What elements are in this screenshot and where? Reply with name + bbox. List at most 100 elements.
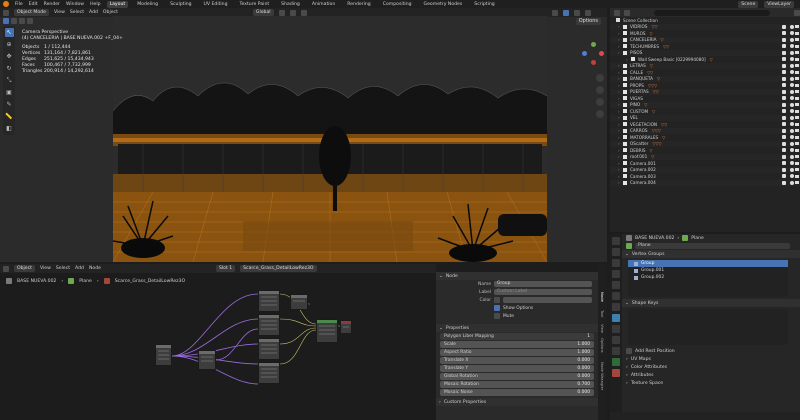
tab-texture-paint[interactable]: Texture Paint: [237, 1, 273, 8]
axis-z-icon[interactable]: [582, 51, 587, 56]
outliner-item[interactable]: › Camera.004: [610, 179, 800, 186]
exclude-checkbox[interactable]: [782, 50, 786, 55]
exclude-checkbox[interactable]: [782, 70, 786, 75]
render-camera-icon[interactable]: [795, 116, 799, 120]
tab-shading[interactable]: Shading: [278, 1, 303, 8]
node-image-texture[interactable]: [258, 338, 280, 360]
tab-node-wrangler[interactable]: Node Wrangler: [600, 362, 605, 390]
node-image-texture[interactable]: [258, 290, 280, 312]
exclude-checkbox[interactable]: [782, 57, 786, 62]
node-image-texture[interactable]: [258, 314, 280, 336]
view-layer-selector[interactable]: ViewLayer: [764, 0, 794, 8]
exclude-checkbox[interactable]: [782, 31, 786, 36]
axis-neg-x-icon[interactable]: [591, 60, 596, 65]
transform-orientation[interactable]: Global: [252, 9, 274, 16]
exclude-checkbox[interactable]: [782, 83, 786, 88]
list-item[interactable]: Group.001: [628, 267, 788, 274]
visibility-eye-icon[interactable]: [790, 115, 794, 120]
render-camera-icon[interactable]: [795, 70, 799, 74]
menu-window[interactable]: Window: [66, 2, 84, 7]
node-tex-coord[interactable]: [155, 344, 172, 366]
visibility-eye-icon[interactable]: [790, 57, 794, 62]
exclude-checkbox[interactable]: [782, 89, 786, 94]
node-image-texture[interactable]: [258, 362, 280, 384]
node-panel-header[interactable]: ⌄ Node: [436, 272, 598, 280]
param-field[interactable]: Mosaic Noise 0.000: [440, 389, 594, 396]
exclude-checkbox[interactable]: [782, 167, 786, 172]
exclude-checkbox[interactable]: [782, 180, 786, 185]
list-item[interactable]: Group.002: [628, 274, 788, 281]
render-camera-icon[interactable]: [795, 51, 799, 55]
visibility-eye-icon[interactable]: [790, 96, 794, 101]
tab-sculpting[interactable]: Sculpting: [167, 1, 194, 8]
render-camera-icon[interactable]: [795, 64, 799, 68]
proportional-icon[interactable]: [300, 9, 307, 16]
exclude-checkbox[interactable]: [782, 122, 786, 127]
mapping-selector[interactable]: Polygon Liber Mapping 1: [440, 333, 594, 340]
modifiers-tab-icon[interactable]: [612, 314, 620, 322]
world-tab-icon[interactable]: [612, 292, 620, 300]
visibility-eye-icon[interactable]: [790, 141, 794, 146]
exclude-checkbox[interactable]: [782, 44, 786, 49]
visibility-eye-icon[interactable]: [790, 24, 794, 29]
exclude-checkbox[interactable]: [782, 102, 786, 107]
render-camera-icon[interactable]: [795, 148, 799, 152]
menu-select[interactable]: Select: [70, 10, 84, 15]
select-box-icon[interactable]: [3, 18, 9, 24]
axis-x-icon[interactable]: [599, 51, 604, 56]
particles-tab-icon[interactable]: [612, 325, 620, 333]
add-rest-position-row[interactable]: Add Rest Position: [622, 347, 800, 355]
tab-view[interactable]: View: [600, 324, 605, 333]
select-extend-icon[interactable]: [19, 18, 25, 24]
render-camera-icon[interactable]: [795, 135, 799, 139]
render-tab-icon[interactable]: [612, 248, 620, 256]
visibility-eye-icon[interactable]: [790, 135, 794, 140]
measure-tool-icon[interactable]: 📏: [5, 112, 14, 121]
visibility-eye-icon[interactable]: [790, 83, 794, 88]
visibility-eye-icon[interactable]: [790, 89, 794, 94]
param-field[interactable]: Aspect Ratio 1.000: [440, 349, 594, 356]
visibility-eye-icon[interactable]: [790, 44, 794, 49]
overlay-icon[interactable]: [551, 9, 558, 16]
shading-rendered-icon[interactable]: [584, 9, 591, 16]
visibility-eye-icon[interactable]: [790, 167, 794, 172]
exclude-checkbox[interactable]: [782, 24, 786, 29]
exclude-checkbox[interactable]: [782, 141, 786, 146]
tab-scripting[interactable]: Scripting: [471, 1, 497, 8]
tab-options[interactable]: Options: [600, 338, 605, 353]
render-camera-icon[interactable]: [795, 77, 799, 81]
render-camera-icon[interactable]: [795, 109, 799, 113]
param-field[interactable]: Mosaic Rotation 0.700: [440, 381, 594, 388]
perspective-toggle-icon[interactable]: [596, 110, 604, 118]
render-camera-icon[interactable]: [795, 174, 799, 178]
axis-y-icon[interactable]: [591, 42, 596, 47]
object-tab-icon[interactable]: [612, 303, 620, 311]
node-label-field[interactable]: Custom Label: [494, 289, 592, 295]
snap-icon[interactable]: [289, 9, 296, 16]
filter-icon[interactable]: [794, 9, 800, 16]
output-tab-icon[interactable]: [612, 259, 620, 267]
exclude-checkbox[interactable]: [782, 154, 786, 159]
menu-object[interactable]: Object: [103, 10, 118, 15]
tab-tool[interactable]: Tool: [600, 310, 605, 317]
mute-row[interactable]: Mute: [436, 312, 598, 320]
3d-viewport[interactable]: Object Mode View Select Add Object Globa…: [0, 8, 607, 262]
material-tab-icon[interactable]: [612, 369, 620, 377]
mesh-name-field[interactable]: Plane: [635, 243, 790, 249]
display-mode-icon[interactable]: [624, 9, 630, 16]
data-tab-icon[interactable]: [612, 358, 620, 366]
render-camera-icon[interactable]: [795, 181, 799, 185]
render-camera-icon[interactable]: [795, 122, 799, 126]
scene-selector[interactable]: Scene: [738, 0, 759, 8]
exclude-checkbox[interactable]: [782, 174, 786, 179]
tab-rendering[interactable]: Rendering: [344, 1, 373, 8]
options-button[interactable]: Options: [575, 17, 601, 25]
exclude-checkbox[interactable]: [782, 148, 786, 153]
menu-file[interactable]: File: [15, 2, 23, 7]
render-camera-icon[interactable]: [795, 44, 799, 48]
tab-uv-editing[interactable]: UV Editing: [201, 1, 231, 8]
select-subtract-icon[interactable]: [27, 18, 33, 24]
render-camera-icon[interactable]: [795, 96, 799, 100]
exclude-checkbox[interactable]: [782, 76, 786, 81]
visibility-eye-icon[interactable]: [790, 63, 794, 68]
